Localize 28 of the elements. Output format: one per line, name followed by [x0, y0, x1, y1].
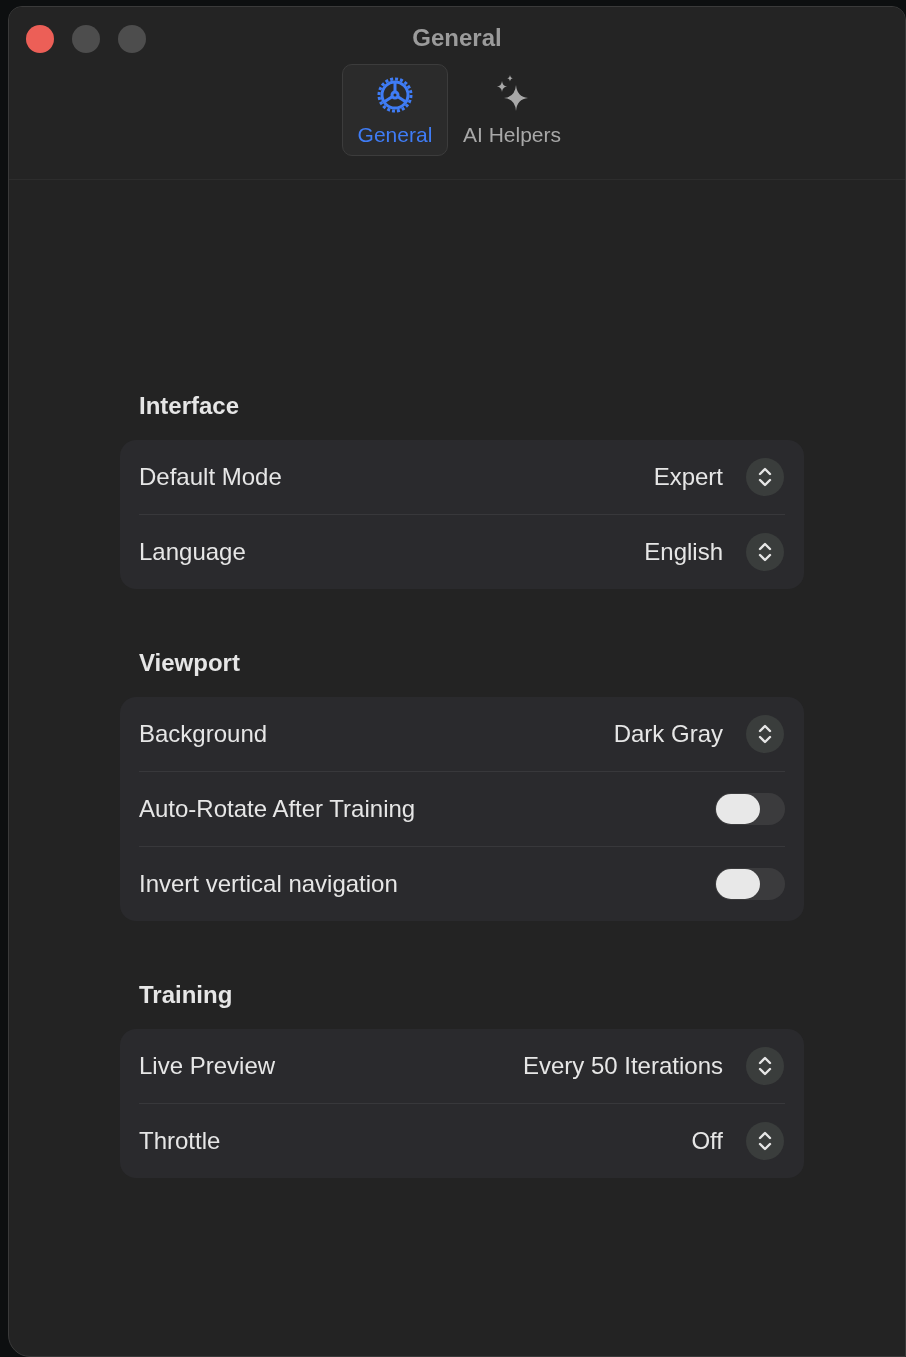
chevron-updown-icon — [745, 1121, 785, 1161]
popup-select[interactable]: English — [644, 532, 785, 572]
setting-label: Auto-Rotate After Training — [139, 795, 416, 823]
tab-label: General — [357, 123, 433, 147]
popup-select[interactable]: Expert — [653, 457, 785, 497]
toolbar-tab[interactable]: General — [341, 64, 448, 156]
setting-label: Throttle — [139, 1127, 221, 1155]
setting-label: Language — [139, 538, 246, 566]
section-title: Interface — [139, 392, 241, 420]
setting-label: Background — [139, 720, 268, 748]
close-button[interactable] — [26, 25, 54, 53]
setting-label: Default Mode — [139, 463, 282, 491]
popup-select[interactable]: Every 50 Iterations — [522, 1046, 785, 1086]
popup-select[interactable]: Dark Gray — [613, 714, 785, 754]
setting-label: Live Preview — [139, 1052, 276, 1080]
chevron-updown-icon — [745, 532, 785, 572]
popup-select[interactable]: Off — [691, 1121, 785, 1161]
chevron-updown-icon — [745, 1046, 785, 1086]
tab-label: AI Helpers — [462, 123, 561, 147]
window-title: General — [412, 24, 502, 52]
chevron-updown-icon — [745, 714, 785, 754]
toggle-switch[interactable] — [715, 793, 785, 825]
toggle-switch[interactable] — [715, 868, 785, 900]
section-title: Viewport — [139, 649, 241, 677]
setting-label: Invert vertical navigation — [139, 870, 398, 898]
chevron-updown-icon — [745, 457, 785, 497]
section-title: Training — [139, 981, 234, 1009]
toolbar-tab[interactable]: AI Helpers — [451, 64, 572, 156]
